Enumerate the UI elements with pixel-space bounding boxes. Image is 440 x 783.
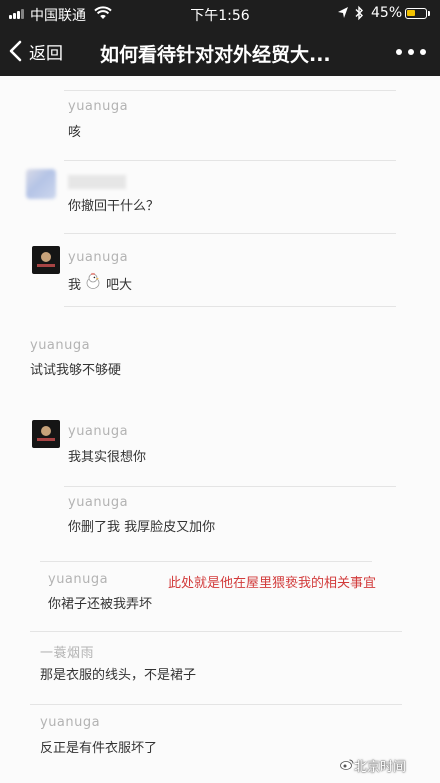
bluetooth-icon xyxy=(355,5,363,21)
divider xyxy=(64,233,396,234)
avatar xyxy=(32,420,60,448)
comment-text: 吧大 xyxy=(106,278,133,293)
avatar xyxy=(32,246,60,274)
comment-text: 那是衣服的线头，不是裙子 xyxy=(40,668,197,683)
nav-bar: 返回 如何看待针对对外经贸大... xyxy=(0,28,440,76)
comment-username: yuanuga xyxy=(68,250,129,265)
redacted-username xyxy=(68,175,126,189)
comment-username: yuanuga xyxy=(68,495,129,510)
battery-icon xyxy=(405,8,427,19)
comment-username: 一蓑烟雨 xyxy=(40,646,95,661)
status-bar: 中国联通 下午1:56 45% xyxy=(0,0,440,28)
comment-username: yuanuga xyxy=(68,99,129,114)
comment-username: yuanuga xyxy=(40,715,101,730)
back-label: 返回 xyxy=(29,43,63,64)
divider xyxy=(64,160,396,161)
more-dots-icon[interactable] xyxy=(394,42,428,62)
battery-cap xyxy=(428,11,430,16)
battery-percent: 45% xyxy=(371,5,403,21)
divider xyxy=(64,90,396,91)
comment-text: 我 xyxy=(68,278,82,293)
divider xyxy=(30,631,402,632)
comment-text: 反正是有件衣服坏了 xyxy=(40,741,158,756)
top-bar: 中国联通 下午1:56 45% 返回 如何看待针对对外经贸大... xyxy=(0,0,440,76)
red-annotation: 此处就是他在屋里猥亵我的相关事宜 xyxy=(168,576,377,591)
divider xyxy=(64,306,396,307)
comment-text: 咳 xyxy=(68,125,82,140)
weibo-icon xyxy=(340,759,354,770)
watermark: 北京时间 xyxy=(354,760,407,775)
page-title: 如何看待针对对外经贸大... xyxy=(100,44,331,66)
comment-text: 试试我够不够硬 xyxy=(30,363,122,378)
divider xyxy=(40,561,372,562)
comment-text: 我其实很想你 xyxy=(68,450,147,465)
chicken-icon xyxy=(86,272,100,289)
comment-username: yuanuga xyxy=(68,424,129,439)
comment-username: yuanuga xyxy=(48,572,109,587)
comment-username: yuanuga xyxy=(30,338,91,353)
back-button[interactable]: 返回 xyxy=(8,36,63,66)
comment-text: 你撤回干什么？ xyxy=(68,199,160,214)
battery-level xyxy=(407,10,415,16)
location-icon xyxy=(338,7,348,18)
avatar xyxy=(26,169,56,199)
chevron-left-icon xyxy=(9,40,22,62)
divider xyxy=(64,486,396,487)
comment-text: 你裙子还被我弄坏 xyxy=(48,597,153,612)
divider xyxy=(30,704,402,705)
comment-text: 你删了我 我厚脸皮又加你 xyxy=(68,520,216,535)
